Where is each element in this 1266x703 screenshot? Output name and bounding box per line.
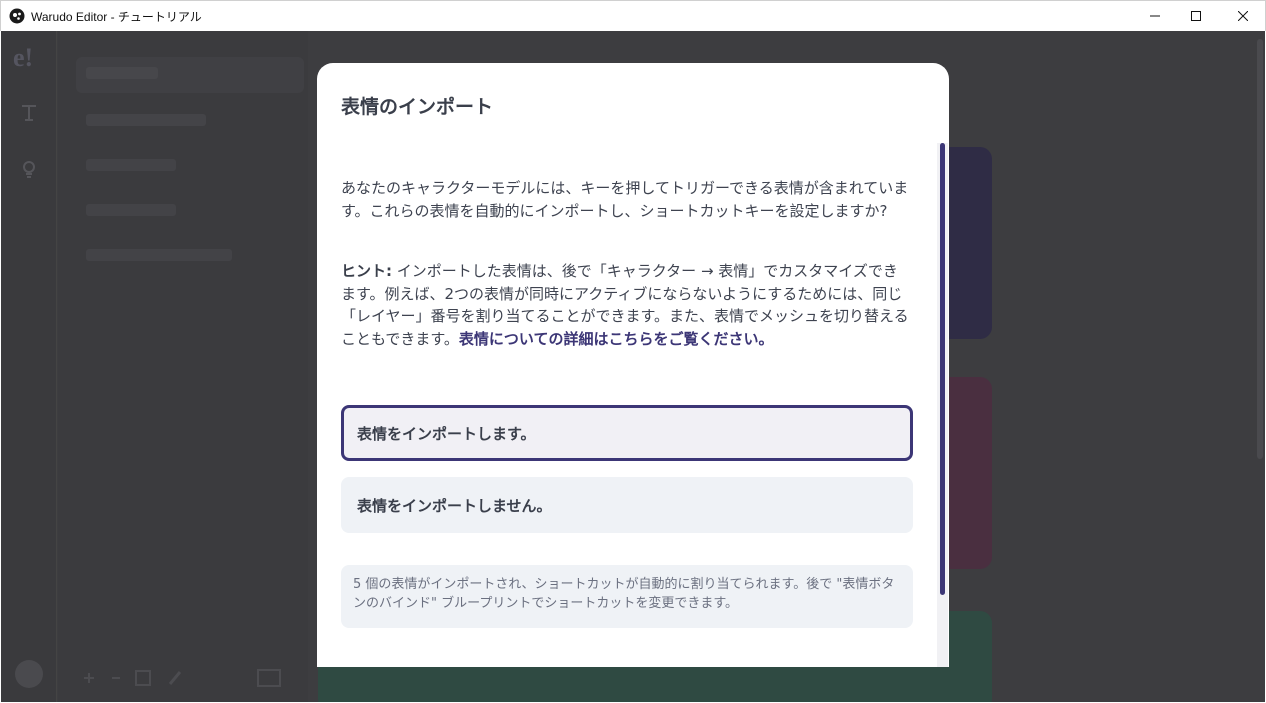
- expressions-docs-link[interactable]: 表情についての詳細はこちらをご覧ください。: [459, 330, 774, 348]
- user-avatar[interactable]: [15, 660, 43, 688]
- sidebar-item-1[interactable]: [86, 67, 158, 79]
- skip-import-option[interactable]: 表情をインポートしません。: [341, 477, 913, 533]
- sidebar-item-2[interactable]: [86, 114, 206, 126]
- import-expressions-dialog: 表情のインポート あなたのキャラクターモデルには、キーを押してトリガーできる表情…: [317, 63, 949, 667]
- dialog-title: 表情のインポート: [341, 96, 494, 118]
- skip-option-label: 表情をインポートしません。: [357, 496, 552, 515]
- left-rail: e!: [1, 31, 57, 702]
- sidebar-toolbar: [78, 666, 298, 690]
- lightbulb-icon[interactable]: [19, 159, 39, 179]
- warudo-logo: e!: [13, 43, 34, 72]
- minimize-button[interactable]: [1132, 1, 1178, 31]
- main-scrollbar[interactable]: [1257, 39, 1263, 459]
- close-window-button[interactable]: [1220, 1, 1266, 31]
- import-info-note: 5 個の表情がインポートされ、ショートカットが自動的に割り当てられます。後で "…: [341, 565, 913, 628]
- import-option-label: 表情をインポートします。: [357, 424, 536, 443]
- minimize-icon: [1150, 15, 1160, 17]
- hint-label: ヒント:: [341, 262, 392, 280]
- window-title: Warudo Editor - チュートリアル: [31, 10, 202, 24]
- text-tool-icon[interactable]: [19, 103, 39, 123]
- window-titlebar: Warudo Editor - チュートリアル: [0, 0, 1266, 31]
- maximize-button[interactable]: [1173, 1, 1219, 31]
- sidebar-item-3[interactable]: [86, 159, 176, 171]
- dialog-scrollbar-thumb[interactable]: [940, 143, 945, 595]
- sidebar-item-5[interactable]: [86, 249, 232, 261]
- warudo-app-icon: [9, 8, 25, 24]
- toolbar-icons: [84, 669, 281, 687]
- close-icon: [1238, 11, 1248, 21]
- import-expressions-option[interactable]: 表情をインポートします。: [341, 405, 913, 461]
- maximize-icon: [1191, 11, 1201, 21]
- sidebar-item-4[interactable]: [86, 204, 176, 216]
- dialog-hint-text: ヒント: インポートした表情は、後で「キャラクター → 表情」でカスタマイズでき…: [341, 260, 909, 350]
- dialog-intro-text: あなたのキャラクターモデルには、キーを押してトリガーできる表情が含まれています。…: [341, 179, 909, 220]
- scene-sidebar: [58, 31, 308, 702]
